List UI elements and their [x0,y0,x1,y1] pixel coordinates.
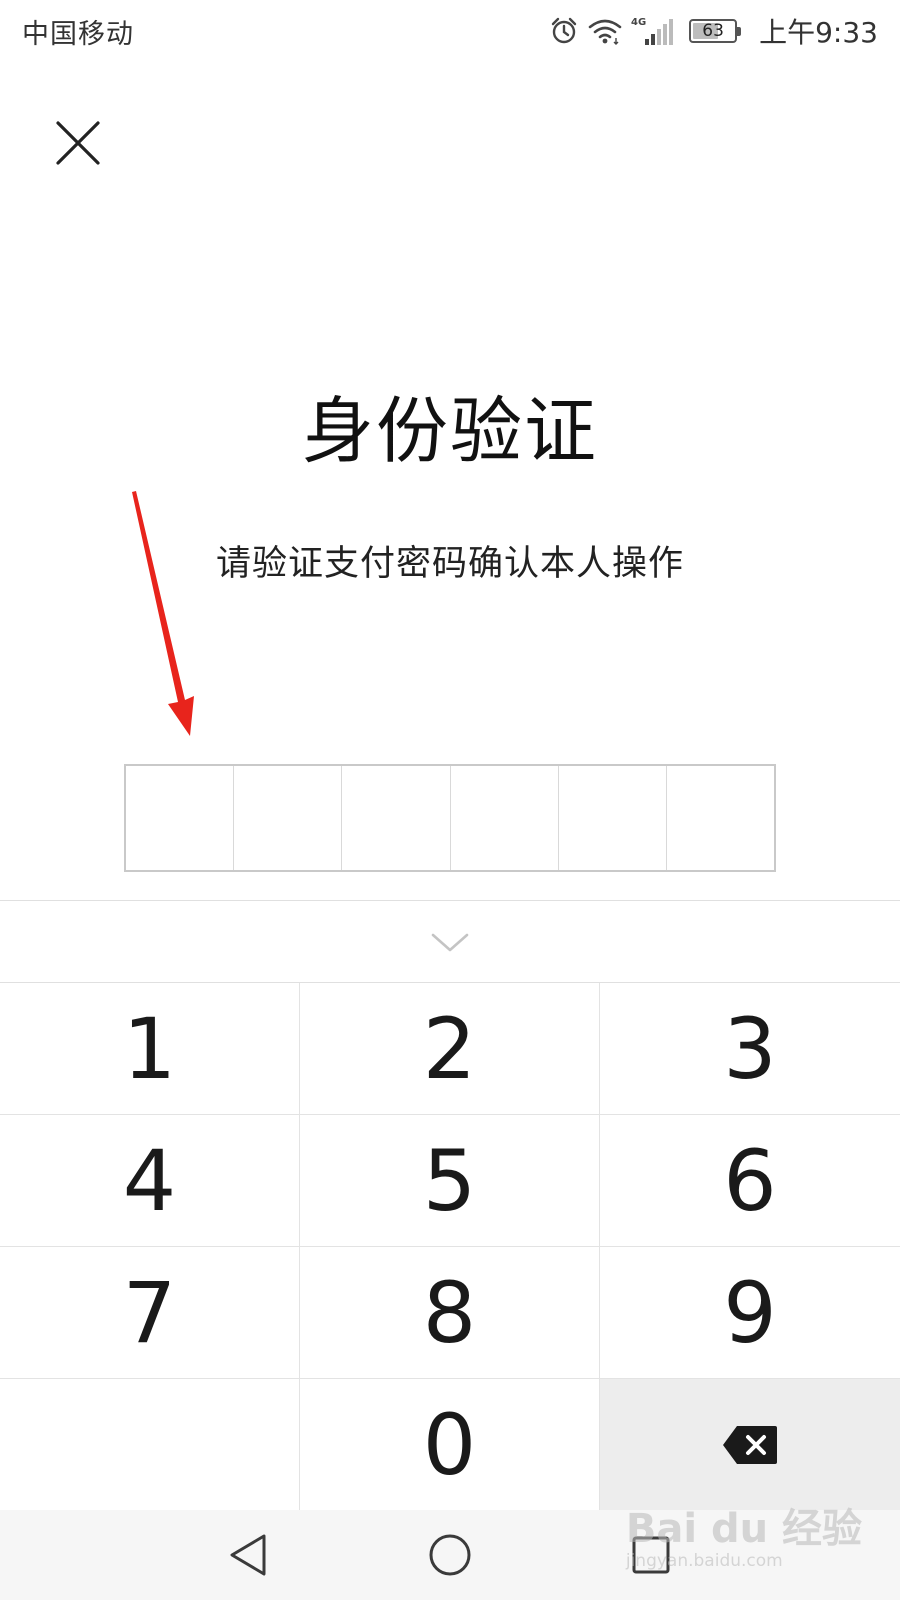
key-6[interactable]: 6 [600,1115,900,1247]
red-arrow-annotation [132,491,194,736]
key-4[interactable]: 4 [0,1115,300,1247]
home-icon [429,1534,471,1576]
cellular-signal-icon: 4G [631,15,677,47]
key-8[interactable]: 8 [300,1247,600,1379]
battery-level: 63 [702,21,724,41]
wifi-icon [587,16,623,46]
backspace-icon [723,1425,777,1464]
hide-keyboard-button[interactable] [0,901,900,983]
key-5[interactable]: 5 [300,1115,600,1247]
key-0[interactable]: 0 [300,1379,600,1511]
key-2[interactable]: 2 [300,983,600,1115]
pin-digit-cell [234,766,343,870]
pin-digit-cell [667,766,774,870]
page-title: 身份验证 [301,389,598,473]
close-icon [56,121,100,165]
status-icons: 4G 63 上午9:33 [549,10,878,52]
alarm-icon [549,16,579,46]
key-3[interactable]: 3 [600,983,900,1115]
back-icon [230,1534,266,1576]
watermark-logo: Bai du 经验 [625,1506,862,1552]
pin-digit-cell [342,766,451,870]
watermark-url: jingyan.baidu.com [625,1551,783,1571]
chevron-down-icon [431,933,469,952]
delete-key[interactable] [600,1379,900,1511]
key-9[interactable]: 9 [600,1247,900,1379]
baidu-jingyan-watermark: Bai du 经验 jingyan.baidu.com [626,1505,862,1571]
payment-password-input[interactable] [124,764,776,872]
home-button[interactable] [421,1526,479,1584]
numeric-keypad: 1 2 3 4 5 6 7 8 9 0 [0,982,900,1511]
pin-digit-cell [451,766,559,870]
status-time: 上午9:33 [759,16,878,49]
key-empty [0,1379,300,1511]
key-7[interactable]: 7 [0,1247,300,1379]
close-button[interactable] [50,115,106,171]
pin-digit-cell [126,766,235,870]
back-button[interactable] [219,1526,277,1584]
key-1[interactable]: 1 [0,983,300,1115]
carrier-name: 中国移动 [22,19,134,50]
battery-icon: 63 [689,19,742,43]
status-bar: 中国移动 4G 63 上午9:33 [0,0,900,62]
network-label: 4G [631,17,646,28]
pin-digit-cell [559,766,667,870]
